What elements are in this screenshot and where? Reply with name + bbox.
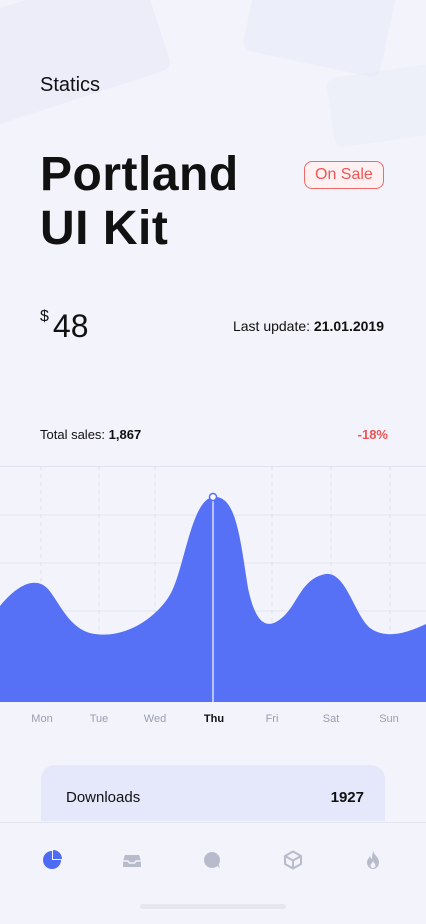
downloads-label: Downloads [66, 789, 141, 806]
tab-messages[interactable] [202, 850, 222, 870]
tab-inbox[interactable] [122, 850, 142, 870]
x-tick-label-tue[interactable]: Tue [90, 713, 109, 725]
pie-chart-icon [43, 850, 62, 869]
x-tick-label-mon[interactable]: Mon [31, 713, 52, 725]
total-sales-value: 1,867 [108, 427, 142, 442]
home-indicator[interactable] [140, 904, 286, 909]
tab-products[interactable] [283, 850, 303, 870]
product-title-line1: Portland [40, 148, 239, 201]
x-tick-label-thu[interactable]: Thu [204, 713, 224, 725]
sales-area-chart[interactable] [0, 466, 426, 702]
price-currency: $ [40, 308, 49, 325]
x-tick-label-wed[interactable]: Wed [144, 713, 166, 725]
x-axis-labels: Mon Tue Wed Thu Fri Sat Sun [0, 713, 426, 729]
on-sale-badge: On Sale [304, 161, 384, 189]
sales-change: -18% [357, 427, 388, 442]
last-update-value: 21.01.2019 [313, 318, 384, 334]
price-value: 48 [52, 308, 89, 344]
flame-icon [367, 851, 379, 869]
chat-bubble-icon [204, 852, 220, 868]
total-sales: Total sales: 1,867 [40, 427, 141, 442]
total-sales-label: Total sales: [40, 427, 106, 442]
x-tick-label-sun[interactable]: Sun [379, 713, 399, 725]
tab-stats[interactable] [42, 850, 62, 870]
last-update-label: Last update: [232, 318, 311, 334]
downloads-card[interactable]: Downloads 1927 [41, 765, 385, 821]
downloads-count: 1927 [330, 789, 364, 806]
product-title: Portland UI Kit [40, 148, 239, 256]
product-title-line2: UI Kit [40, 202, 169, 255]
x-tick-label-sat[interactable]: Sat [323, 713, 340, 725]
inbox-icon [123, 855, 141, 867]
highlight-point[interactable] [208, 492, 218, 502]
box-icon [284, 850, 302, 870]
x-tick-label-fri[interactable]: Fri [266, 713, 279, 725]
last-update: Last update: 21.01.2019 [233, 318, 384, 334]
tab-trending[interactable] [363, 850, 383, 870]
page-title: Statics [40, 74, 101, 96]
price: $48 [40, 308, 89, 345]
